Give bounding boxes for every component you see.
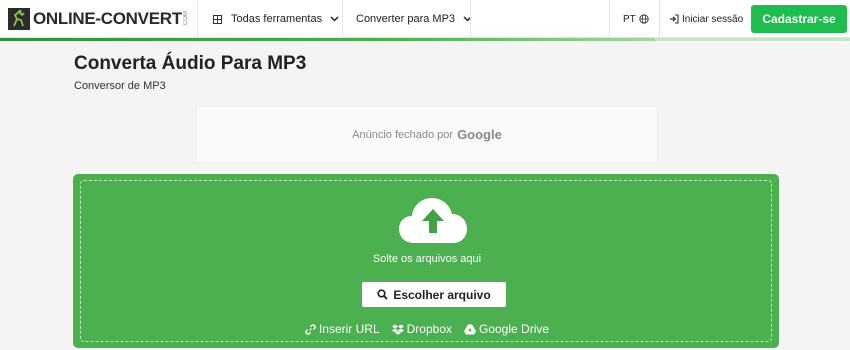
logo-text: ONLINE-CONVERT xyxy=(33,9,182,28)
dropbox-icon xyxy=(391,324,404,335)
insert-url-link[interactable]: Inserir URL xyxy=(305,322,380,336)
header-divider xyxy=(342,0,343,38)
header-divider xyxy=(197,0,198,38)
link-icon xyxy=(305,323,316,335)
nav-convert-label: Converter para MP3 xyxy=(356,13,456,25)
ad-placeholder: Anúncio fechado por Google xyxy=(196,106,658,163)
header-divider xyxy=(609,0,610,38)
google-drive-icon xyxy=(464,324,476,334)
drop-files-text: Solte os arquivos aqui xyxy=(372,253,482,265)
page-title: Converta Áudio Para MP3 xyxy=(74,53,307,74)
header-divider xyxy=(470,0,471,38)
upload-source-links: Inserir URL Dropbox Google Drive xyxy=(81,322,773,336)
insert-url-label: Inserir URL xyxy=(318,322,380,336)
dropzone-border: Solte os arquivos aqui Escolher arquivo … xyxy=(80,180,772,342)
logo[interactable]: ONLINE-CONVERT .COM xyxy=(8,6,189,32)
globe-icon xyxy=(639,14,649,24)
cloud-upload-icon[interactable] xyxy=(398,195,468,245)
search-icon xyxy=(377,289,388,300)
login-link[interactable]: Iniciar sessão xyxy=(669,0,743,38)
nav-all-tools[interactable]: Todas ferramentas xyxy=(213,0,339,38)
logo-suffix: .COM xyxy=(182,11,189,27)
dropbox-label: Dropbox xyxy=(406,322,452,336)
google-drive-label: Google Drive xyxy=(479,322,550,336)
top-header: ONLINE-CONVERT .COM Todas ferramentas Co… xyxy=(0,0,850,38)
progress-bar-fill xyxy=(0,38,655,41)
sign-in-icon xyxy=(670,14,679,24)
choose-file-label: Escolher arquivo xyxy=(393,287,491,302)
logo-icon xyxy=(8,8,30,30)
ad-closed-text: Anúncio fechado por xyxy=(352,128,454,141)
page-subtitle: Conversor de MP3 xyxy=(74,80,166,92)
login-label: Iniciar sessão xyxy=(682,13,744,25)
chevron-down-icon xyxy=(330,16,339,22)
signup-button[interactable]: Cadastrar-se xyxy=(751,5,847,33)
nav-all-tools-label: Todas ferramentas xyxy=(231,13,323,25)
upload-dropzone[interactable]: Solte os arquivos aqui Escolher arquivo … xyxy=(73,174,779,348)
nav-convert-to-mp3[interactable]: Converter para MP3 xyxy=(356,0,472,38)
dropbox-link[interactable]: Dropbox xyxy=(391,322,452,336)
language-selector[interactable]: PT xyxy=(623,0,649,38)
ad-brand: Google xyxy=(457,127,502,142)
header-divider xyxy=(659,0,660,38)
choose-file-button[interactable]: Escolher arquivo xyxy=(362,282,506,307)
language-label: PT xyxy=(623,13,636,25)
progress-bar xyxy=(0,38,850,41)
google-drive-link[interactable]: Google Drive xyxy=(464,322,549,336)
grid-icon xyxy=(213,14,222,24)
